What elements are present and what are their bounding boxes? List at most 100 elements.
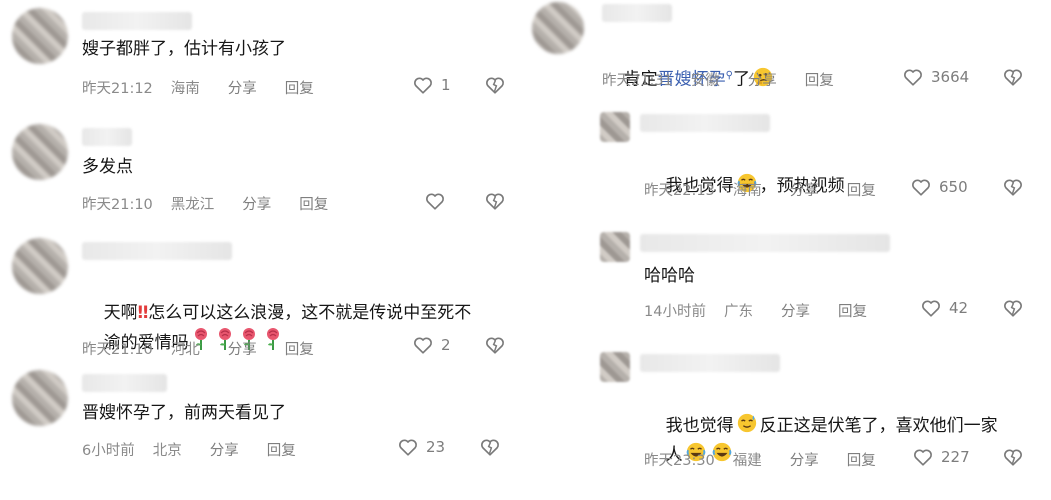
share-button[interactable]: 分享 bbox=[242, 193, 271, 214]
dislike-icon[interactable] bbox=[1002, 176, 1024, 198]
heart-icon bbox=[910, 176, 932, 198]
comment-meta: 昨天21:10 河北 分享 回复 bbox=[82, 338, 314, 359]
comment-time: 昨天23:30 bbox=[644, 453, 715, 469]
comment-time: 昨天21:10 bbox=[82, 342, 153, 358]
comment-meta: 昨天21:31 安徽 分享 回复 bbox=[602, 69, 834, 90]
reply-button[interactable]: 回复 bbox=[847, 449, 876, 470]
username-blurred[interactable] bbox=[82, 242, 232, 260]
avatar[interactable] bbox=[12, 238, 68, 294]
avatar[interactable] bbox=[532, 2, 584, 54]
reply-button[interactable]: 回复 bbox=[285, 338, 314, 359]
comment-time: 昨天21:31 bbox=[602, 73, 673, 89]
comment-location: 黑龙江 bbox=[170, 197, 215, 213]
like-count: 2 bbox=[441, 336, 451, 354]
comment-text: 哈哈哈 bbox=[644, 266, 695, 286]
like-count: 227 bbox=[941, 448, 970, 466]
share-button[interactable]: 分享 bbox=[228, 338, 257, 359]
comment-meta: 昨天21:12 海南 分享 回复 bbox=[82, 77, 314, 98]
dislike-icon[interactable] bbox=[479, 436, 501, 458]
heart-icon bbox=[424, 190, 446, 212]
like-button[interactable]: 3664 bbox=[902, 66, 969, 88]
username-blurred[interactable] bbox=[640, 354, 780, 372]
like-count: 3664 bbox=[931, 68, 970, 86]
dislike-icon[interactable] bbox=[1002, 297, 1024, 319]
avatar[interactable] bbox=[600, 232, 630, 262]
sweat-smile-emoji-icon bbox=[736, 412, 758, 434]
comment-meta: 14小时前 广东 分享 回复 bbox=[644, 300, 867, 321]
comment-time: 昨天22:13 bbox=[644, 183, 715, 199]
like-count: 650 bbox=[939, 178, 968, 196]
comment-location: 安徽 bbox=[690, 73, 720, 89]
heart-icon bbox=[920, 297, 942, 319]
reply-button[interactable]: 回复 bbox=[805, 69, 834, 90]
reply-item: 我也觉得 反正这是伏笔了，喜欢他们一家 人 昨天23:30 福建 分享 回复 22… bbox=[600, 350, 1045, 470]
comment-text: 晋嫂怀孕了，前两天看见了 bbox=[82, 403, 286, 423]
like-button[interactable]: 227 bbox=[912, 446, 970, 468]
comment-location: 北京 bbox=[152, 443, 182, 459]
comment-item: 晋嫂怀孕了，前两天看见了 6小时前 北京 分享 回复 23 bbox=[12, 370, 522, 470]
comment-meta: 昨天21:10 黑龙江 分享 回复 bbox=[82, 193, 328, 214]
share-button[interactable]: 分享 bbox=[228, 77, 257, 98]
reply-button[interactable]: 回复 bbox=[838, 300, 867, 321]
dislike-icon[interactable] bbox=[484, 334, 506, 356]
username-blurred[interactable] bbox=[602, 4, 672, 22]
share-button[interactable]: 分享 bbox=[781, 300, 810, 321]
comment-item: 天啊‼怎么可以这么浪漫，这不就是传说中至死不 渝的爱情吗 昨天21:10 河北 … bbox=[12, 238, 527, 358]
reply-button[interactable]: 回复 bbox=[285, 77, 314, 98]
dislike-icon[interactable] bbox=[484, 190, 506, 212]
like-count: 23 bbox=[426, 438, 446, 456]
comment-meta: 昨天23:30 福建 分享 回复 bbox=[644, 449, 876, 470]
comment-meta: 6小时前 北京 分享 回复 bbox=[82, 439, 296, 460]
dislike-icon[interactable] bbox=[1002, 446, 1024, 468]
comment-time: 14小时前 bbox=[644, 304, 706, 320]
like-button[interactable]: 42 bbox=[920, 297, 968, 319]
like-button[interactable]: 1 bbox=[412, 74, 451, 96]
comment-item: 肯定晋嫂怀孕⚲了 昨天21:31 安徽 分享 回复 3664 bbox=[532, 2, 1042, 102]
comment-location: 福建 bbox=[732, 453, 762, 469]
username-blurred[interactable] bbox=[82, 374, 167, 392]
like-button[interactable]: 23 bbox=[397, 436, 445, 458]
comment-text: 多发点 bbox=[82, 157, 133, 177]
comment-location: 广东 bbox=[723, 304, 753, 320]
share-button[interactable]: 分享 bbox=[790, 449, 819, 470]
comment-time: 昨天21:12 bbox=[82, 81, 153, 97]
share-button[interactable]: 分享 bbox=[210, 439, 239, 460]
reply-button[interactable]: 回复 bbox=[847, 179, 876, 200]
like-button[interactable] bbox=[424, 190, 446, 212]
heart-icon bbox=[397, 436, 419, 458]
username-blurred[interactable] bbox=[640, 234, 890, 252]
like-button[interactable]: 2 bbox=[412, 334, 451, 356]
comment-item: 嫂子都胖了，估计有小孩了 昨天21:12 海南 分享 回复 1 bbox=[12, 8, 522, 108]
comment-time: 6小时前 bbox=[82, 443, 135, 459]
dislike-icon[interactable] bbox=[1002, 66, 1024, 88]
username-blurred[interactable] bbox=[640, 114, 770, 132]
share-button[interactable]: 分享 bbox=[748, 69, 777, 90]
avatar[interactable] bbox=[12, 370, 68, 426]
share-button[interactable]: 分享 bbox=[790, 179, 819, 200]
username-blurred[interactable] bbox=[82, 128, 132, 146]
comment-meta: 昨天22:13 海南 分享 回复 bbox=[644, 179, 876, 200]
avatar[interactable] bbox=[12, 8, 68, 64]
avatar[interactable] bbox=[600, 112, 630, 142]
username-blurred[interactable] bbox=[82, 12, 192, 30]
reply-button[interactable]: 回复 bbox=[299, 193, 328, 214]
like-count: 42 bbox=[949, 299, 969, 317]
comment-time: 昨天21:10 bbox=[82, 197, 153, 213]
comment-location: 海南 bbox=[732, 183, 762, 199]
like-button[interactable]: 650 bbox=[910, 176, 968, 198]
comment-location: 海南 bbox=[170, 81, 200, 97]
reply-button[interactable]: 回复 bbox=[267, 439, 296, 460]
like-count: 1 bbox=[441, 76, 451, 94]
comment-text: 嫂子都胖了，估计有小孩了 bbox=[82, 39, 286, 59]
avatar[interactable] bbox=[12, 124, 68, 180]
heart-icon bbox=[912, 446, 934, 468]
avatar[interactable] bbox=[600, 352, 630, 382]
reply-item: 哈哈哈 14小时前 广东 分享 回复 42 bbox=[600, 230, 1045, 330]
heart-icon bbox=[412, 74, 434, 96]
heart-icon bbox=[902, 66, 924, 88]
comment-item: 多发点 昨天21:10 黑龙江 分享 回复 bbox=[12, 124, 522, 224]
comment-location: 河北 bbox=[170, 342, 200, 358]
dislike-icon[interactable] bbox=[484, 74, 506, 96]
reply-item: 我也觉得 ，预热视频 昨天22:13 海南 分享 回复 650 bbox=[600, 110, 1045, 210]
heart-icon bbox=[412, 334, 434, 356]
